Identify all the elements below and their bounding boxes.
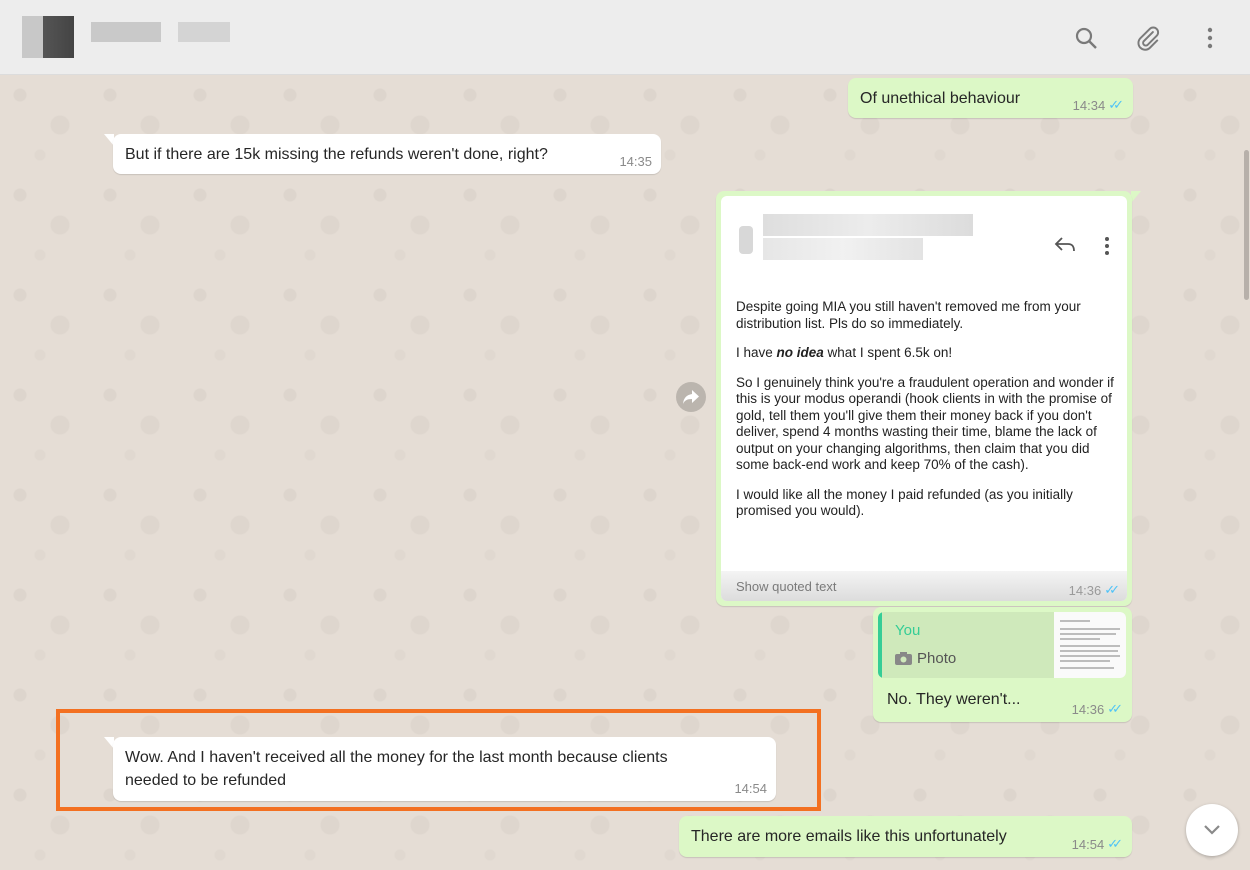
search-icon[interactable] <box>1070 22 1102 54</box>
sender-address <box>763 238 923 260</box>
message-outgoing-image[interactable]: Despite going MIA you still haven't remo… <box>716 191 1132 606</box>
message-time: 14:54 <box>1071 837 1105 852</box>
email-paragraph: Despite going MIA you still haven't remo… <box>736 299 1081 331</box>
email-paragraph: I would like all the money I paid refund… <box>736 486 1073 519</box>
reply-thumbnail <box>1054 612 1126 678</box>
message-time: 14:36 <box>1071 702 1105 717</box>
message-text: Of unethical behaviour <box>860 90 1021 107</box>
reply-icon <box>1054 237 1075 252</box>
read-ticks-icon: ✓✓ <box>1104 583 1120 598</box>
menu-dots-icon[interactable] <box>1194 22 1226 54</box>
sender-avatar <box>739 226 753 254</box>
email-paragraph: So I genuinely think you're a fraudulent… <box>736 374 1114 473</box>
chat-scrollbar[interactable] <box>1242 75 1250 870</box>
show-quoted-text: Show quoted text <box>721 571 1127 601</box>
quoted-reply[interactable]: You Photo <box>878 612 1126 678</box>
bubble-tail <box>1131 191 1141 203</box>
message-meta: 14:35 <box>619 154 652 169</box>
chat-header <box>0 0 1250 75</box>
message-outgoing[interactable]: Of unethical behaviour 14:34 ✓✓ <box>848 78 1133 118</box>
chevron-down-icon <box>1204 825 1220 835</box>
email-paragraph: I have no idea what I spent 6.5k on! <box>736 345 953 360</box>
message-meta: 14:54 ✓✓ <box>1072 837 1123 852</box>
message-outgoing-reply[interactable]: You Photo No. They weren't... 14:36 ✓✓ <box>873 607 1132 722</box>
read-ticks-icon: ✓✓ <box>1107 702 1123 717</box>
reply-accent-bar <box>878 612 882 678</box>
scroll-to-bottom-button[interactable] <box>1186 804 1238 856</box>
message-meta: 14:36 ✓✓ <box>1069 583 1120 598</box>
message-time: 14:34 <box>1072 98 1106 113</box>
message-time: 14:35 <box>619 154 652 169</box>
header-actions <box>1070 22 1226 54</box>
message-text: There are more emails like this unfortun… <box>691 828 1007 845</box>
message-incoming[interactable]: But if there are 15k missing the refunds… <box>113 134 661 174</box>
paperclip-icon[interactable] <box>1132 22 1164 54</box>
message-text: No. They weren't... <box>887 691 1021 708</box>
message-text: But if there are 15k missing the refunds… <box>125 146 548 163</box>
message-meta: 14:36 ✓✓ <box>1072 702 1123 717</box>
email-body: Despite going MIA you still haven't remo… <box>736 299 1121 533</box>
more-options-icon <box>1105 237 1109 255</box>
highlight-box <box>56 709 821 811</box>
message-meta: 14:34 ✓✓ <box>1073 98 1124 113</box>
read-ticks-icon: ✓✓ <box>1107 837 1123 852</box>
scrollbar-thumb[interactable] <box>1244 150 1249 300</box>
contact-name-part <box>178 22 230 42</box>
message-outgoing[interactable]: There are more emails like this unfortun… <box>679 816 1132 857</box>
reply-author: You <box>895 622 921 639</box>
reply-kind: Photo <box>917 650 957 667</box>
contact-avatar[interactable] <box>22 16 74 58</box>
read-ticks-icon: ✓✓ <box>1108 98 1124 113</box>
sender-name <box>763 214 973 236</box>
message-time: 14:36 <box>1068 583 1102 598</box>
forward-arrow-icon <box>683 390 699 404</box>
camera-icon <box>895 652 912 665</box>
forward-button[interactable] <box>676 382 706 412</box>
email-screenshot-image[interactable]: Despite going MIA you still haven't remo… <box>721 196 1127 601</box>
contact-name[interactable] <box>91 22 161 42</box>
